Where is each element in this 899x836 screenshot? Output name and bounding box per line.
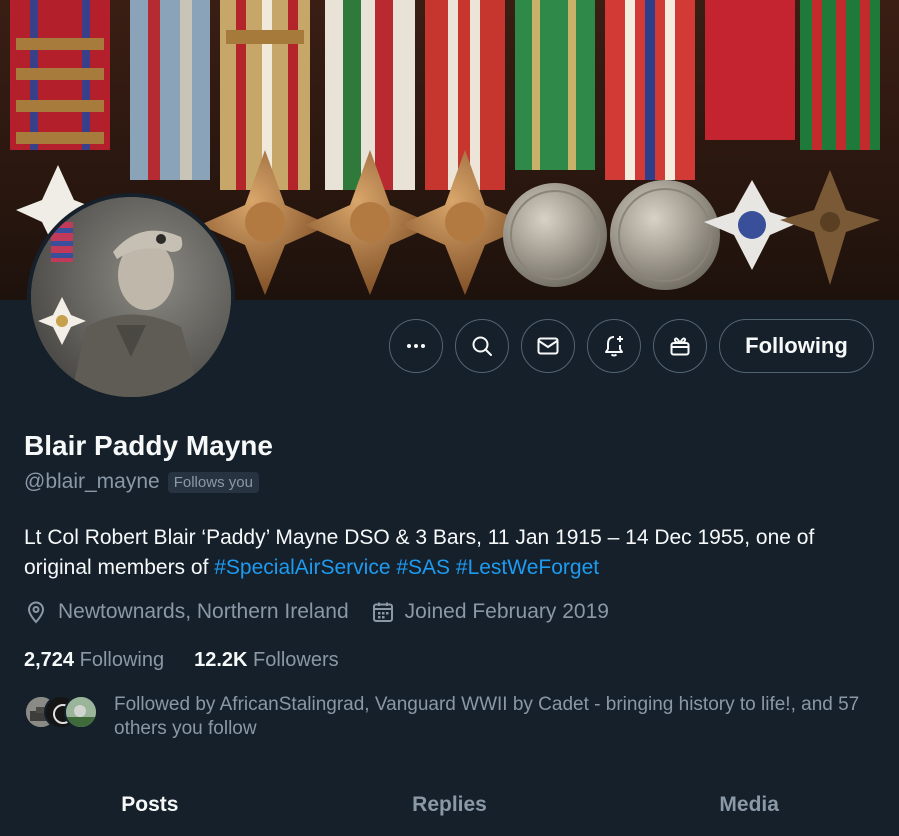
following-button[interactable]: Following xyxy=(719,319,874,373)
profile-page: Following Blair Paddy Mayne @blair_mayne… xyxy=(0,0,899,836)
location: Newtownards, Northern Ireland xyxy=(24,600,349,624)
following-count-link[interactable]: 2,724 Following xyxy=(24,649,164,672)
handle-row: @blair_mayne Follows you xyxy=(24,470,259,494)
message-button[interactable] xyxy=(521,319,575,373)
gift-button[interactable] xyxy=(653,319,707,373)
profile-bio: Lt Col Robert Blair ‘Paddy’ Mayne DSO & … xyxy=(24,523,874,583)
following-count: 2,724 xyxy=(24,649,75,671)
followed-by-text: Followed by AfricanStalingrad, Vanguard … xyxy=(114,694,860,739)
tab-media[interactable]: Media xyxy=(599,776,899,836)
follower-avatars xyxy=(24,695,100,731)
followers-count: 12.2K xyxy=(194,649,248,671)
followers-label: Followers xyxy=(253,649,339,671)
mail-icon xyxy=(537,337,559,355)
profile-name: Blair Paddy Mayne xyxy=(24,430,273,461)
search-button[interactable] xyxy=(455,319,509,373)
search-icon xyxy=(472,336,492,356)
bell-plus-icon xyxy=(605,336,623,357)
hashtag-link[interactable]: #LestWeForget xyxy=(456,556,599,579)
follower-avatar xyxy=(64,695,98,729)
tab-posts[interactable]: Posts xyxy=(0,776,300,836)
tab-replies[interactable]: Replies xyxy=(300,776,600,836)
notifications-button[interactable] xyxy=(587,319,641,373)
following-label: Following xyxy=(79,649,165,671)
gift-icon xyxy=(670,337,690,356)
profile-handle: @blair_mayne xyxy=(24,470,160,493)
hashtag-link[interactable]: #SpecialAirService xyxy=(214,556,390,579)
joined-date: Joined February 2019 xyxy=(371,600,609,624)
calendar-icon xyxy=(372,602,393,622)
followers-count-link[interactable]: 12.2K Followers xyxy=(194,649,339,672)
profile-stats: 2,724 Following 12.2K Followers xyxy=(24,649,369,672)
more-button[interactable] xyxy=(389,319,443,373)
hashtag-link[interactable]: #SAS xyxy=(396,556,450,579)
joined-text: Joined February 2019 xyxy=(404,600,609,623)
location-pin-icon xyxy=(27,601,45,624)
avatar-photo xyxy=(31,197,231,397)
followed-by[interactable]: Followed by AfricanStalingrad, Vanguard … xyxy=(24,693,884,741)
profile-tabs: Posts Replies Media xyxy=(0,776,899,836)
more-icon xyxy=(407,344,425,348)
location-text: Newtownards, Northern Ireland xyxy=(58,600,349,623)
profile-meta: Newtownards, Northern Ireland Joined Feb… xyxy=(24,600,631,624)
profile-avatar[interactable] xyxy=(27,193,235,401)
follows-you-badge: Follows you xyxy=(167,471,259,493)
